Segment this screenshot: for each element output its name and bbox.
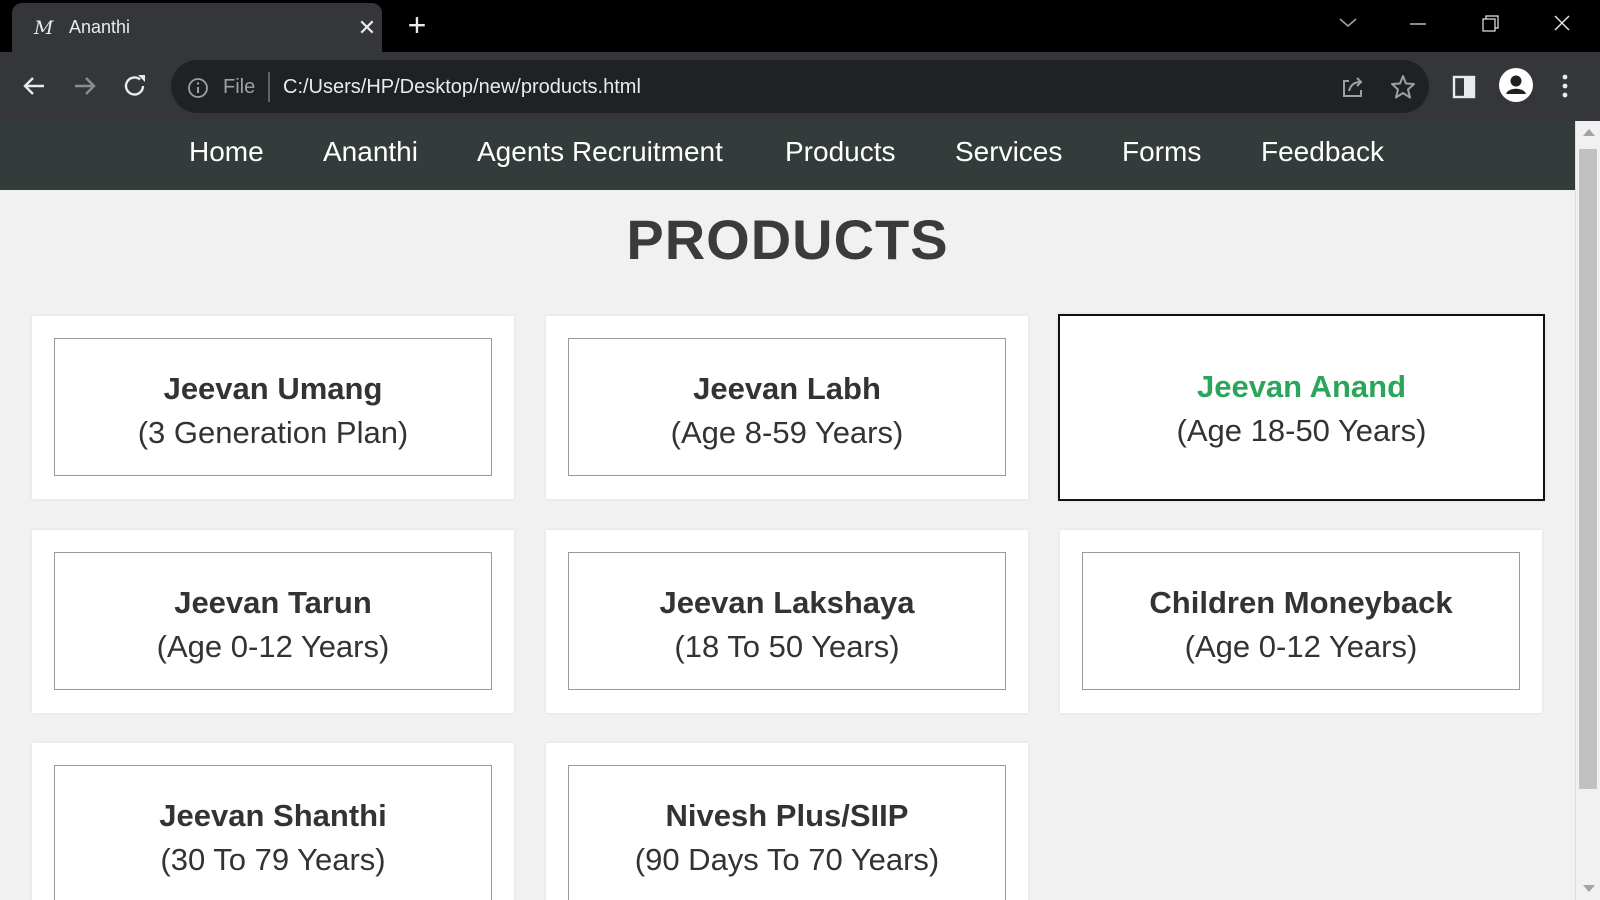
- product-card-box: Jeevan Anand (Age 18-50 Years): [1080, 336, 1523, 479]
- restore-icon[interactable]: [1468, 8, 1512, 42]
- kebab-menu-icon[interactable]: [1555, 70, 1575, 102]
- side-panel-icon[interactable]: [1450, 72, 1480, 102]
- product-subtitle: (Age 18-50 Years): [1176, 413, 1427, 448]
- new-tab-icon[interactable]: +: [402, 9, 432, 41]
- product-subtitle: (Age 0-12 Years): [1184, 629, 1418, 664]
- product-card-jeevan-lakshaya[interactable]: Jeevan Lakshaya (18 To 50 Years): [546, 530, 1028, 713]
- product-subtitle: (3 Generation Plan): [137, 415, 409, 450]
- product-card-jeevan-anand[interactable]: Jeevan Anand (Age 18-50 Years): [1058, 314, 1545, 501]
- site-info-icon[interactable]: [187, 77, 209, 99]
- product-card-jeevan-labh[interactable]: Jeevan Labh (Age 8-59 Years): [546, 316, 1028, 499]
- browser-toolbar: File C:/Users/HP/Desktop/new/products.ht…: [0, 52, 1600, 121]
- product-name: Jeevan Labh: [693, 371, 881, 406]
- product-card-jeevan-shanthi[interactable]: Jeevan Shanthi (30 To 79 Years): [32, 743, 514, 900]
- tab-search-chevron-icon[interactable]: [1326, 8, 1370, 42]
- nav-link-ananthi[interactable]: Ananthi: [323, 136, 418, 168]
- tab-favicon-icon: M: [34, 17, 54, 39]
- forward-arrow-icon[interactable]: [68, 69, 102, 103]
- product-card-jeevan-tarun[interactable]: Jeevan Tarun (Age 0-12 Years): [32, 530, 514, 713]
- product-card-box: Jeevan Tarun (Age 0-12 Years): [54, 552, 492, 690]
- product-card-box: Jeevan Lakshaya (18 To 50 Years): [568, 552, 1006, 690]
- product-card-jeevan-umang[interactable]: Jeevan Umang (3 Generation Plan): [32, 316, 514, 499]
- share-icon[interactable]: [1339, 73, 1367, 101]
- scrollbar-thumb[interactable]: [1579, 149, 1597, 789]
- profile-avatar-icon[interactable]: [1498, 67, 1534, 103]
- product-name: Jeevan Anand: [1196, 369, 1407, 404]
- page-title: PRODUCTS: [626, 208, 949, 271]
- product-name: Children Moneyback: [1149, 585, 1453, 620]
- page-viewport: Home Ananthi Agents Recruitment Products…: [0, 121, 1575, 900]
- product-card-box: Jeevan Umang (3 Generation Plan): [54, 338, 492, 476]
- product-subtitle: (90 Days To 70 Years): [634, 842, 940, 877]
- product-name: Jeevan Shanthi: [159, 798, 387, 833]
- nav-link-feedback[interactable]: Feedback: [1261, 136, 1384, 168]
- product-card-box: Jeevan Labh (Age 8-59 Years): [568, 338, 1006, 476]
- product-card-box: Jeevan Shanthi (30 To 79 Years): [54, 765, 492, 900]
- browser-title-bar: M Ananthi ✕ +: [0, 0, 1600, 52]
- product-card-box: Nivesh Plus/SIIP (90 Days To 70 Years): [568, 765, 1006, 900]
- browser-tab[interactable]: M Ananthi ✕: [12, 3, 382, 52]
- tab-close-icon[interactable]: ✕: [355, 16, 379, 40]
- bookmark-star-icon[interactable]: [1389, 73, 1417, 101]
- product-name: Jeevan Tarun: [174, 585, 372, 620]
- product-card-nivesh-plus-siip[interactable]: Nivesh Plus/SIIP (90 Days To 70 Years): [546, 743, 1028, 900]
- nav-link-services[interactable]: Services: [955, 136, 1062, 168]
- scroll-up-arrow-icon[interactable]: [1583, 129, 1595, 136]
- nav-link-forms[interactable]: Forms: [1122, 136, 1201, 168]
- scroll-down-arrow-icon[interactable]: [1583, 885, 1595, 892]
- minimize-icon[interactable]: [1396, 8, 1440, 42]
- nav-link-products[interactable]: Products: [785, 136, 896, 168]
- tab-title: Ananthi: [69, 17, 131, 37]
- product-subtitle: (18 To 50 Years): [674, 629, 900, 664]
- product-name: Nivesh Plus/SIIP: [665, 798, 909, 833]
- back-arrow-icon[interactable]: [17, 69, 51, 103]
- product-name: Jeevan Umang: [163, 371, 383, 406]
- product-subtitle: (Age 0-12 Years): [156, 629, 390, 664]
- product-subtitle: (30 To 79 Years): [160, 842, 386, 877]
- scheme-label: File: [223, 76, 256, 98]
- product-name: Jeevan Lakshaya: [659, 585, 915, 620]
- product-card-box: Children Moneyback (Age 0-12 Years): [1082, 552, 1520, 690]
- address-bar[interactable]: File C:/Users/HP/Desktop/new/products.ht…: [171, 60, 1429, 113]
- url-text[interactable]: C:/Users/HP/Desktop/new/products.html: [283, 76, 641, 99]
- page-scrollbar[interactable]: [1575, 121, 1600, 900]
- site-navbar: Home Ananthi Agents Recruitment Products…: [0, 121, 1575, 190]
- nav-link-home[interactable]: Home: [189, 136, 264, 168]
- nav-link-agents-recruitment[interactable]: Agents Recruitment: [477, 136, 723, 168]
- product-card-children-moneyback[interactable]: Children Moneyback (Age 0-12 Years): [1060, 530, 1542, 713]
- product-subtitle: (Age 8-59 Years): [670, 415, 904, 450]
- reload-icon[interactable]: [118, 69, 152, 103]
- window-close-icon[interactable]: [1540, 8, 1584, 42]
- omnibox-divider: [268, 72, 270, 102]
